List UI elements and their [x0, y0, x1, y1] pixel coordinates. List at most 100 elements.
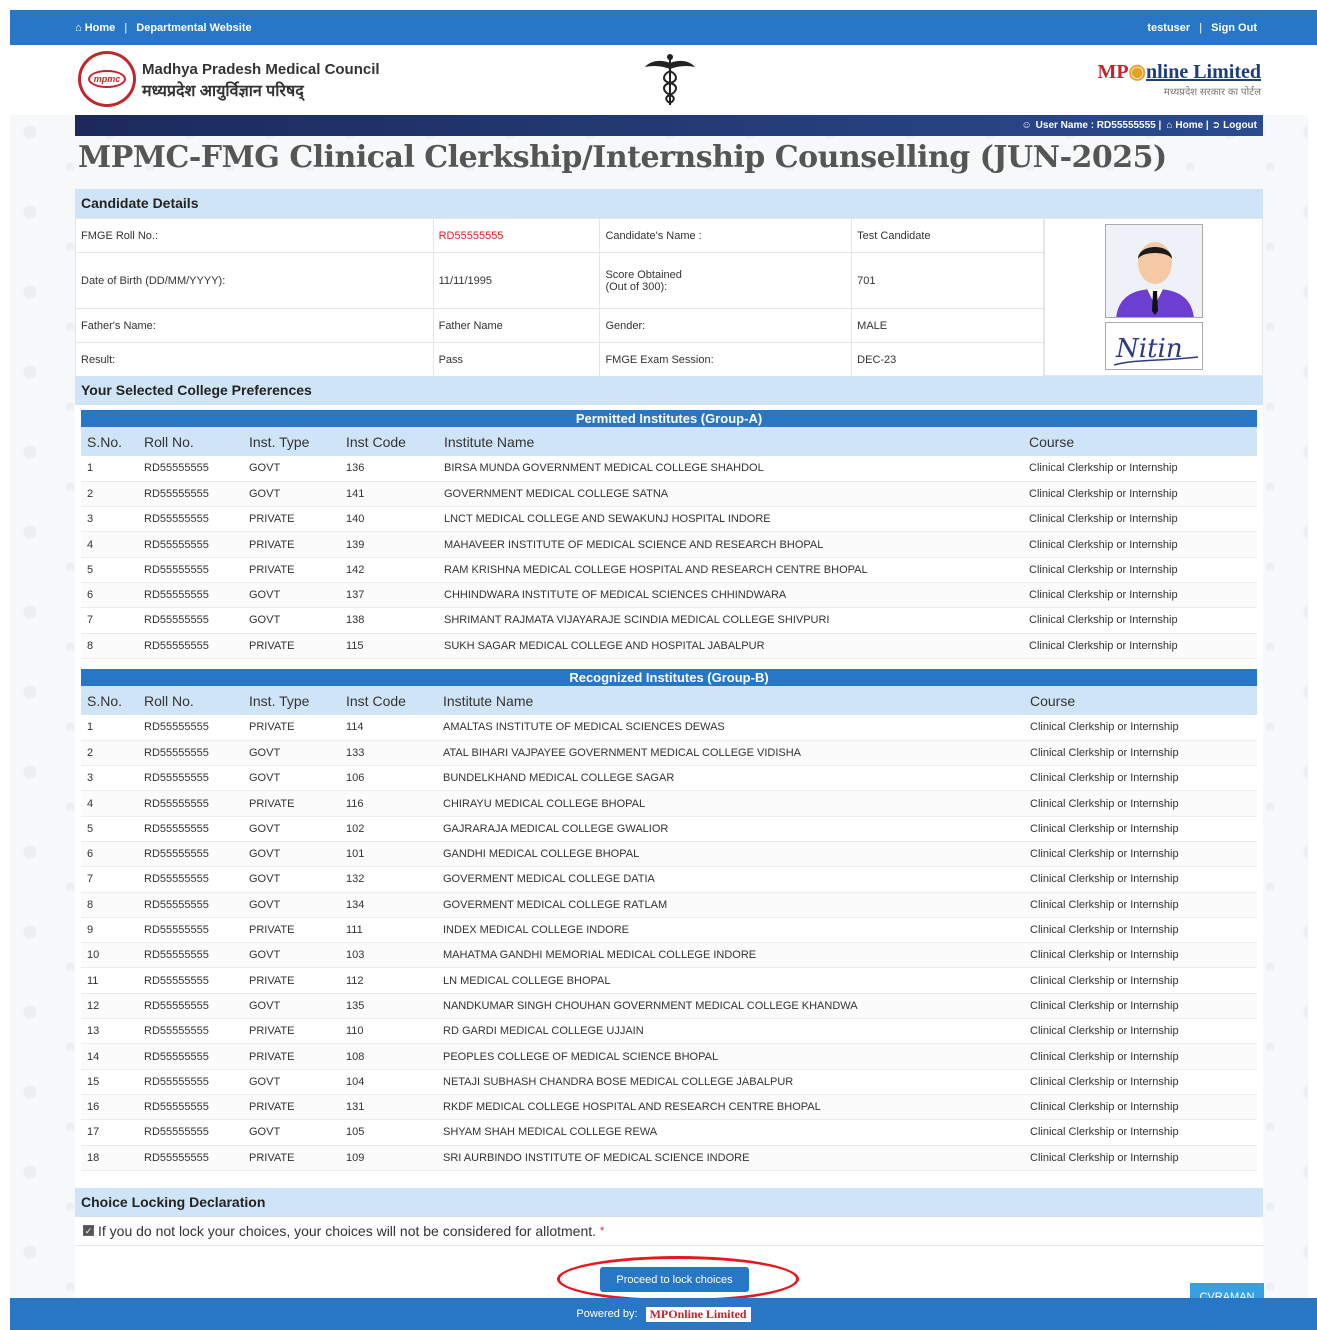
table-row: 13 RD55555555 PRIVATE 110 RD GARDI MEDICAL C… [81, 1018, 1257, 1045]
table-cell: RD55555555 [138, 481, 243, 508]
table-cell: 2 [81, 740, 138, 767]
table-cell: GOVT [243, 765, 340, 792]
group-a-table: S.No. Roll No. Inst. Type Inst Code Institut… [81, 427, 1257, 659]
table-row: 10 RD55555555 GOVT 103 MAHATMA GANDHI MEMORI… [81, 942, 1257, 969]
table-cell: Clinical Clerkship or Internship [1024, 816, 1257, 842]
table-cell: 110 [340, 1018, 437, 1045]
table-cell: GOVT [243, 607, 340, 634]
table-cell: RAM KRISHNA MEDICAL COLLEGE HOSPITAL AND… [438, 557, 1023, 583]
table-row: 7 RD55555555 GOVT 132 GOVERMENT MEDICAL COLL… [81, 866, 1257, 893]
sign-out-link[interactable]: Sign Out [1211, 22, 1257, 34]
table-cell: Clinical Clerkship or Internship [1024, 740, 1257, 767]
table-cell: 6 [81, 841, 138, 868]
table-cell: ATAL BIHARI VAJPAYEE GOVERNMENT MEDICAL … [437, 740, 1024, 767]
table-cell: 7 [81, 607, 138, 634]
table-cell: 132 [340, 866, 437, 893]
table-cell: CHIRAYU MEDICAL COLLEGE BHOPAL [437, 790, 1024, 817]
group-a-col-header: Roll No. [138, 427, 243, 456]
username-link[interactable]: testuser [1147, 22, 1190, 34]
council-name-hindi: मध्यप्रदेश आयुर्विज्ञान परिषद् [142, 83, 304, 100]
logout-link[interactable]: Logout [1223, 120, 1257, 131]
table-cell: GOVERMENT MEDICAL COLLEGE RATLAM [437, 892, 1024, 918]
table-cell: PRIVATE [243, 790, 340, 817]
table-cell: 115 [340, 633, 438, 659]
table-cell: PRIVATE [243, 1094, 340, 1121]
candidate-signature: Nitin [1105, 322, 1203, 370]
council-name-english: Madhya Pradesh Medical Council [142, 61, 380, 78]
table-cell: 109 [340, 1145, 437, 1171]
table-cell: PRIVATE [243, 531, 340, 558]
table-cell: CHHINDWARA INSTITUTE OF MEDICAL SCIENCES… [438, 582, 1023, 609]
table-cell: Clinical Clerkship or Internship [1024, 942, 1257, 969]
table-cell: AMALTAS INSTITUTE OF MEDICAL SCIENCES DE… [437, 715, 1024, 741]
table-cell: GOVT [243, 841, 340, 868]
declaration-heading: Choice Locking Declaration [75, 1188, 1263, 1217]
table-cell: RD55555555 [138, 715, 243, 741]
group-b-col-header: Institute Name [437, 686, 1024, 715]
group-a-header-row: S.No. Roll No. Inst. Type Inst Code Institut… [81, 427, 1257, 456]
table-cell: BUNDELKHAND MEDICAL COLLEGE SAGAR [437, 765, 1024, 792]
table-cell: RD55555555 [138, 892, 243, 918]
caduceus-icon [645, 54, 695, 105]
home-icon: ⌂ [1166, 120, 1173, 131]
table-cell: Clinical Clerkship or Internship [1023, 557, 1257, 583]
table-cell: Clinical Clerkship or Internship [1024, 715, 1257, 741]
table-cell: MAHAVEER INSTITUTE OF MEDICAL SCIENCE AN… [438, 531, 1023, 558]
table-cell: 10 [81, 942, 138, 969]
userbar-home-link[interactable]: Home | [1175, 120, 1208, 131]
table-cell: 102 [340, 816, 437, 842]
preferences-heading: Your Selected College Preferences [75, 376, 1263, 405]
home-link[interactable]: Home [85, 22, 116, 34]
site-header: mpmc Madhya Pradesh Medical Council मध्य… [10, 45, 1317, 115]
footer-mponline-logo: MPOnline Limited [645, 1306, 751, 1322]
table-cell: LNCT MEDICAL COLLEGE AND SEWAKUNJ HOSPIT… [438, 506, 1023, 533]
table-cell: 16 [81, 1094, 138, 1121]
table-cell: Clinical Clerkship or Internship [1023, 506, 1257, 533]
table-cell: 1 [81, 456, 138, 482]
table-cell: 106 [340, 765, 437, 792]
table-cell: Clinical Clerkship or Internship [1024, 765, 1257, 792]
father-label: Father's Name: [75, 308, 434, 343]
table-cell: 105 [340, 1119, 437, 1146]
group-b-col-header: Course [1024, 686, 1257, 715]
home-icon: ⌂ [75, 21, 82, 34]
table-cell: Clinical Clerkship or Internship [1024, 1018, 1257, 1045]
table-cell: PRIVATE [243, 633, 340, 659]
candidate-media-cell: Nitin [1044, 218, 1263, 376]
table-row: 15 RD55555555 GOVT 104 NETAJI SUBHASH CHANDR… [81, 1069, 1257, 1095]
table-row: 8 RD55555555 PRIVATE 115 SUKH SAGAR MEDICAL … [81, 633, 1257, 659]
table-cell: Clinical Clerkship or Internship [1024, 1069, 1257, 1095]
table-cell: Clinical Clerkship or Internship [1024, 967, 1257, 994]
table-cell: RD55555555 [138, 1069, 243, 1095]
table-cell: GOVT [243, 1069, 340, 1095]
footer: Powered by: MPOnline Limited [10, 1298, 1317, 1330]
departmental-website-link[interactable]: Departmental Website [136, 22, 251, 34]
table-cell: INDEX MEDICAL COLLEGE INDORE [437, 917, 1024, 944]
name-value: Test Candidate [851, 218, 1044, 253]
table-cell: 134 [340, 892, 437, 918]
candidate-details-table: FMGE Roll No.: RD55555555 Candidate's Na… [75, 218, 1044, 377]
session-label: FMGE Exam Session: [599, 342, 853, 377]
table-cell: 114 [340, 715, 437, 741]
table-cell: 7 [81, 866, 138, 893]
table-cell: RD55555555 [138, 790, 243, 817]
group-b-col-header: Inst. Type [243, 686, 340, 715]
table-cell: 12 [81, 993, 138, 1020]
table-cell: PRIVATE [243, 1145, 340, 1171]
roll-label: FMGE Roll No.: [75, 218, 434, 253]
name-label: Candidate's Name : [599, 218, 853, 253]
table-cell: RD55555555 [138, 816, 243, 842]
declaration-row: ✓ If you do not lock your choices, your … [75, 1216, 1263, 1246]
table-cell: RD55555555 [138, 557, 243, 583]
table-cell: 141 [340, 481, 438, 508]
table-cell: RD GARDI MEDICAL COLLEGE UJJAIN [437, 1018, 1024, 1045]
group-b-table: S.No. Roll No. Inst. Type Inst Code Institut… [81, 686, 1257, 1171]
declaration-checkbox[interactable]: ✓ [83, 1225, 94, 1236]
top-nav-bar: ⌂ Home | Departmental Website testuser |… [10, 10, 1317, 45]
table-cell: 138 [340, 607, 438, 634]
table-cell: PRIVATE [243, 1043, 340, 1070]
table-cell: RD55555555 [138, 506, 243, 533]
result-value: Pass [432, 342, 601, 377]
table-cell: 142 [340, 557, 438, 583]
table-cell: GOVT [243, 816, 340, 842]
